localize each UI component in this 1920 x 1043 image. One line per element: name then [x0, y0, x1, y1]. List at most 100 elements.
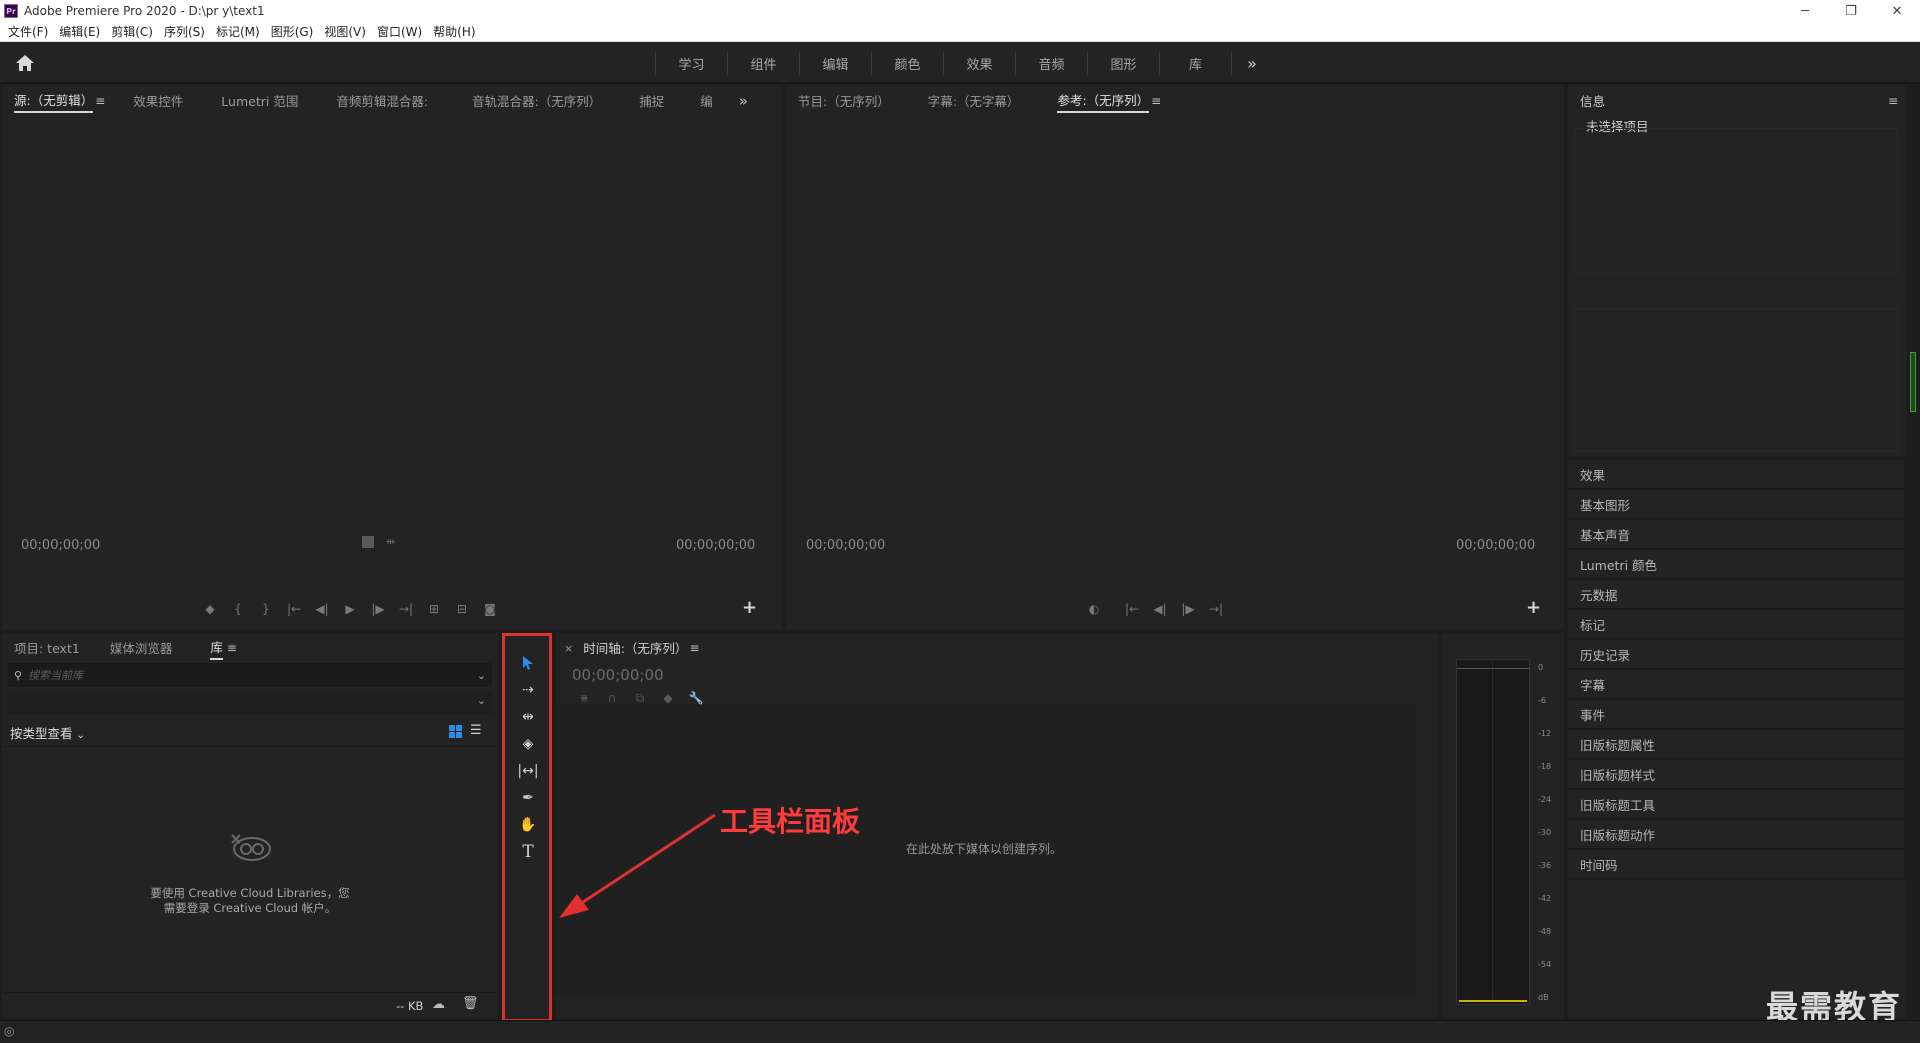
grid-view-icon[interactable] [449, 725, 462, 738]
source-timecode-current[interactable]: 00;00;00;00 [21, 538, 100, 553]
tab-captions[interactable]: 字幕:（无字幕） [928, 91, 1020, 112]
menu-file[interactable]: 文件(F) [8, 23, 48, 40]
workspace-tab-learn[interactable]: 学习 [656, 54, 727, 73]
menu-sequence[interactable]: 序列(S) [164, 23, 205, 40]
workspace-tab-graphics[interactable]: 图形 [1088, 54, 1159, 73]
close-icon[interactable]: × [564, 642, 573, 655]
panel-item-legacy-title-tools[interactable]: 旧版标题工具 [1568, 790, 1904, 819]
cloud-sync-icon[interactable]: ☁ [432, 997, 445, 1012]
tab-edit-truncated[interactable]: 编 [700, 91, 713, 112]
menu-edit[interactable]: 编辑(E) [59, 23, 100, 40]
menu-help[interactable]: 帮助(H) [433, 23, 475, 40]
panel-item-legacy-title-actions[interactable]: 旧版标题动作 [1568, 820, 1904, 849]
tab-effect-controls[interactable]: 效果控件 [133, 91, 183, 112]
ripple-edit-tool-icon[interactable]: ⇹ [515, 705, 541, 729]
workspace-tab-effects[interactable]: 效果 [944, 54, 1015, 73]
tab-reference[interactable]: 参考:（无序列） [1057, 90, 1150, 113]
add-marker-icon[interactable]: ◆ [196, 600, 224, 618]
export-frame-icon[interactable]: ◙ [476, 600, 504, 618]
trash-icon[interactable]: 🗑 [462, 996, 479, 1011]
panel-item-lumetri-color[interactable]: Lumetri 颜色 [1568, 550, 1904, 579]
menu-markers[interactable]: 标记(M) [216, 23, 260, 40]
panel-item-captions[interactable]: 字幕 [1568, 670, 1904, 699]
tab-media-browser[interactable]: 媒体浏览器 [110, 638, 173, 659]
tab-timeline[interactable]: 时间轴:（无序列） [583, 638, 687, 659]
tab-info[interactable]: 信息 [1580, 91, 1605, 112]
tab-source[interactable]: 源:（无剪辑） [14, 90, 94, 113]
restore-button[interactable]: ❐ [1828, 0, 1874, 22]
go-to-out-icon[interactable]: →| [1202, 600, 1230, 618]
mark-in-icon[interactable]: { [224, 600, 252, 618]
tab-lumetri-scopes[interactable]: Lumetri 范围 [221, 91, 298, 112]
panel-item-legacy-title-properties[interactable]: 旧版标题属性 [1568, 730, 1904, 759]
library-search-box[interactable]: ⚲ 搜索当前库 ⌄ [8, 663, 492, 687]
workspace-tab-libraries[interactable]: 库 [1160, 54, 1231, 73]
workspace-tab-assembly[interactable]: 组件 [728, 54, 799, 73]
button-editor-plus-icon[interactable]: + [1526, 597, 1541, 618]
home-icon[interactable] [14, 53, 36, 73]
close-button[interactable]: ✕ [1874, 0, 1920, 22]
status-icon[interactable]: ◎ [4, 1024, 14, 1038]
go-to-in-icon[interactable]: |← [280, 600, 308, 618]
step-forward-icon[interactable]: |▶ [364, 600, 392, 618]
tab-capture[interactable]: 捕捉 [639, 91, 664, 112]
panel-item-essential-graphics[interactable]: 基本图形 [1568, 490, 1904, 519]
tab-program[interactable]: 节目:（无序列） [798, 91, 890, 112]
panel-item-events[interactable]: 事件 [1568, 700, 1904, 729]
tab-audio-track-mixer[interactable]: 音轨混合器:（无序列） [472, 91, 601, 112]
panel-item-essential-sound[interactable]: 基本声音 [1568, 520, 1904, 549]
go-to-in-icon[interactable]: |← [1118, 600, 1146, 618]
insert-icon[interactable]: ⊞ [420, 600, 448, 618]
panel-item-history[interactable]: 历史记录 [1568, 640, 1904, 669]
workspace-tab-editing[interactable]: 编辑 [800, 54, 871, 73]
panel-menu-icon[interactable]: ≡ [689, 641, 699, 655]
panel-menu-icon[interactable]: ≡ [227, 641, 237, 655]
panel-item-metadata[interactable]: 元数据 [1568, 580, 1904, 609]
slip-tool-icon[interactable]: |↔| [515, 759, 541, 783]
selection-tool-icon[interactable] [515, 651, 541, 675]
list-view-icon[interactable]: ☰ [470, 723, 482, 738]
panel-menu-icon[interactable]: ≡ [1151, 94, 1161, 108]
panel-menu-icon[interactable]: ≡ [1888, 94, 1898, 108]
track-select-tool-icon[interactable]: ⇢ [515, 678, 541, 702]
fit-icon[interactable]: ⇹ [386, 535, 395, 548]
go-to-out-icon[interactable]: →| [392, 600, 420, 618]
chevron-down-icon[interactable]: ⌄ [477, 669, 486, 682]
workspace-tab-audio[interactable]: 音频 [1016, 54, 1087, 73]
panel-item-legacy-title-styles[interactable]: 旧版标题样式 [1568, 760, 1904, 789]
panel-menu-icon[interactable]: ≡ [95, 94, 105, 108]
menu-graphics[interactable]: 图形(G) [271, 23, 314, 40]
step-back-icon[interactable]: ◀| [1146, 600, 1174, 618]
timeline-timecode[interactable]: 00;00;00;00 [572, 666, 664, 684]
type-tool-icon[interactable]: T [515, 840, 541, 864]
pen-tool-icon[interactable]: ✒ [515, 786, 541, 810]
panel-item-timecode[interactable]: 时间码 [1568, 850, 1904, 879]
play-icon[interactable]: ▶ [336, 600, 364, 618]
menu-view[interactable]: 视图(V) [324, 23, 366, 40]
hand-tool-icon[interactable]: ✋ [515, 813, 541, 837]
library-dropdown[interactable]: ⌄ [8, 692, 492, 714]
minimize-button[interactable]: ─ [1782, 0, 1828, 22]
step-forward-icon[interactable]: |▶ [1174, 600, 1202, 618]
more-tabs-icon[interactable]: » [739, 92, 748, 110]
scroll-indicator[interactable] [1910, 352, 1916, 412]
view-by-dropdown[interactable]: 按类型查看 ⌄ [10, 723, 85, 742]
button-editor-plus-icon[interactable]: + [742, 597, 757, 618]
tab-libraries[interactable]: 库 [210, 637, 223, 660]
lumetri-toggle-icon[interactable]: ◐ [1080, 600, 1108, 618]
panel-item-markers[interactable]: 标记 [1568, 610, 1904, 639]
workspace-tab-color[interactable]: 颜色 [872, 54, 943, 73]
step-back-icon[interactable]: ◀| [308, 600, 336, 618]
program-timecode-current[interactable]: 00;00;00;00 [806, 538, 885, 553]
library-search-input[interactable]: 搜索当前库 [28, 667, 83, 683]
menu-window[interactable]: 窗口(W) [377, 23, 422, 40]
tab-project[interactable]: 项目: text1 [14, 638, 80, 659]
mark-out-icon[interactable]: } [252, 600, 280, 618]
tab-audio-clip-mixer[interactable]: 音频剪辑混合器: [336, 91, 428, 112]
menu-clip[interactable]: 剪辑(C) [111, 23, 153, 40]
panel-item-effects[interactable]: 效果 [1568, 460, 1904, 489]
razor-tool-icon[interactable]: ◈ [515, 732, 541, 756]
settings-icon[interactable] [362, 536, 374, 548]
workspace-more-icon[interactable]: » [1232, 54, 1272, 73]
overwrite-icon[interactable]: ⊟ [448, 600, 476, 618]
